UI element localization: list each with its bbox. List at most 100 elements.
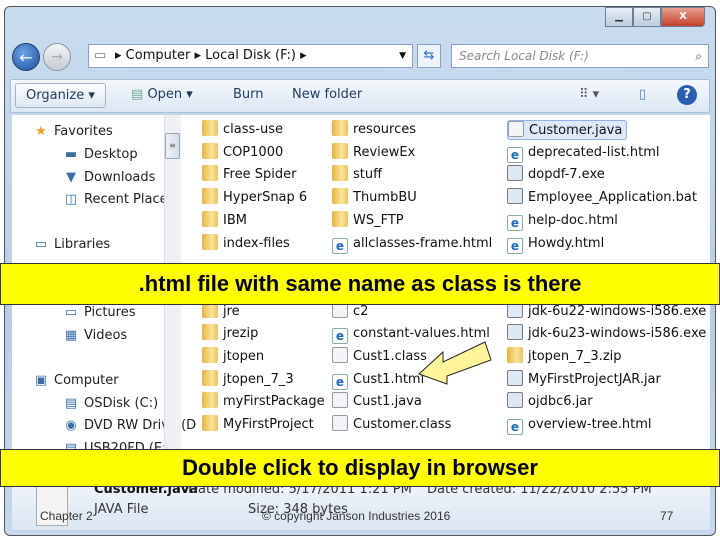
file-item[interactable]: MyFirstProjectJAR.jar: [507, 369, 661, 390]
file-item[interactable]: Customer.class: [332, 415, 451, 435]
file-item[interactable]: e help-doc.html: [507, 211, 618, 231]
document-icon: [332, 392, 348, 409]
file-name: jdk-6u23-windows-i586.exe: [528, 326, 707, 342]
file-item[interactable]: ReviewEx: [332, 142, 416, 163]
sidebar-item-label: Recent Places: [84, 192, 175, 207]
sidebar-item-computer[interactable]: ▣ Computer: [32, 373, 119, 388]
file-name: jrezip: [223, 326, 259, 342]
file-item[interactable]: Cust1.java: [332, 392, 422, 412]
slide-copyright: © copyright Janson Industries 2016: [262, 509, 451, 523]
sidebar-item-label: Videos: [84, 328, 128, 343]
file-name: deprecated-list.html: [528, 144, 660, 160]
nav-scrollbar-thumb[interactable]: ≡: [165, 133, 180, 159]
document-icon: [332, 415, 348, 432]
file-name: ReviewEx: [353, 144, 416, 160]
notepad-icon: ▤: [131, 87, 144, 102]
file-item[interactable]: ojdbc6.jar: [507, 392, 593, 412]
file-item[interactable]: MyFirstProject: [202, 415, 314, 435]
file-item[interactable]: COP1000: [202, 142, 283, 163]
preview-pane-icon[interactable]: ▯: [639, 87, 646, 102]
folder-icon: [202, 210, 218, 227]
sidebar-item-label: Computer: [54, 373, 119, 388]
callout-bottom: Double click to display in browser: [0, 449, 720, 487]
file-item[interactable]: dopdf-7.exe: [507, 165, 605, 185]
callout-top: .html file with same name as class is th…: [0, 263, 720, 305]
application-icon: [507, 165, 523, 182]
sidebar-item-label: Libraries: [54, 237, 111, 252]
file-item[interactable]: e deprecated-list.html: [507, 143, 660, 163]
file-item[interactable]: stuff: [332, 165, 382, 185]
file-item[interactable]: IBM: [202, 210, 247, 231]
sidebar-item-videos[interactable]: ▦ Videos: [62, 328, 127, 343]
back-button[interactable]: ←: [12, 43, 40, 71]
html-file-icon: e: [507, 419, 523, 436]
file-item[interactable]: jtopen_7_3.zip: [507, 347, 622, 367]
open-button[interactable]: ▤ Open ▾: [131, 87, 193, 102]
file-name: resources: [353, 122, 417, 137]
refresh-button[interactable]: ⇆: [417, 44, 441, 68]
search-icon[interactable]: ⌕: [695, 45, 702, 67]
organize-button[interactable]: Organize ▾: [15, 83, 106, 108]
html-file-icon: e: [507, 214, 523, 231]
file-name: c2: [353, 303, 369, 319]
burn-button[interactable]: Burn: [233, 87, 264, 102]
html-file-icon: e: [507, 237, 523, 254]
close-button[interactable]: X: [661, 7, 705, 27]
file-item[interactable]: index-files: [202, 233, 290, 254]
file-item[interactable]: Customer.java: [507, 120, 628, 140]
file-item[interactable]: e Howdy.html: [507, 234, 604, 254]
file-item[interactable]: e overview-tree.html: [507, 415, 652, 436]
file-item[interactable]: WS_FTP: [332, 210, 404, 231]
file-item[interactable]: resources: [332, 120, 416, 140]
document-icon: [332, 347, 348, 363]
file-name: help-doc.html: [528, 212, 618, 228]
file-item[interactable]: e allclasses-frame.html: [332, 234, 492, 254]
file-item[interactable]: e Cust1.html: [332, 370, 424, 390]
file-item[interactable]: jtopen: [202, 347, 264, 367]
chevron-down-icon[interactable]: ▼: [399, 45, 406, 67]
file-item[interactable]: jdk-6u23-windows-i586.exe: [507, 324, 706, 344]
folder-icon: [202, 233, 218, 250]
sidebar-item-favorites[interactable]: ★ Favorites: [32, 124, 113, 139]
document-icon: [508, 121, 524, 137]
file-name: ThumbBU: [353, 190, 417, 206]
desktop-icon: ▬: [64, 147, 78, 162]
pictures-icon: ▭: [64, 305, 78, 320]
address-bar[interactable]: ▭ ▸ Computer ▸ Local Disk (F:) ▸ ▼: [88, 44, 413, 68]
sidebar-item-desktop[interactable]: ▬ Desktop: [62, 147, 138, 162]
minimize-button[interactable]: ▁: [605, 7, 633, 27]
maximize-button[interactable]: ▢: [633, 7, 661, 27]
file-item[interactable]: class-use: [202, 120, 283, 140]
sidebar-item-label: Downloads: [84, 170, 156, 185]
file-item[interactable]: jrezip: [202, 324, 258, 344]
help-icon[interactable]: ?: [677, 85, 697, 105]
file-name: Customer.java: [529, 123, 623, 138]
breadcrumb-computer[interactable]: Computer: [126, 48, 191, 63]
libraries-icon: ▭: [34, 237, 48, 252]
folder-icon: [202, 347, 218, 363]
file-name: index-files: [223, 235, 290, 251]
folder-icon: [332, 120, 348, 136]
sidebar-item-pictures[interactable]: ▭ Pictures: [62, 305, 136, 320]
html-file-icon: e: [332, 328, 348, 345]
sidebar-item-osdisk-c-[interactable]: ▤ OSDisk (C:): [62, 396, 158, 411]
breadcrumb-local-disk[interactable]: Local Disk (F:): [205, 48, 296, 63]
application-icon: [507, 188, 523, 205]
file-item[interactable]: jtopen_7_3: [202, 369, 294, 390]
file-item[interactable]: Free Spider: [202, 165, 296, 185]
search-input[interactable]: Search Local Disk (F:) ⌕: [451, 44, 709, 68]
file-item[interactable]: HyperSnap 6: [202, 188, 307, 208]
new-folder-button[interactable]: New folder: [292, 87, 362, 102]
file-item[interactable]: Cust1.class: [332, 347, 427, 367]
file-item[interactable]: myFirstPackage: [202, 392, 325, 412]
folder-icon: [202, 369, 218, 386]
search-placeholder: Search Local Disk (F:): [459, 49, 589, 63]
file-item[interactable]: Employee_Application.bat: [507, 188, 697, 208]
sidebar-item-recent-places[interactable]: ◫ Recent Places: [62, 192, 175, 207]
sidebar-item-downloads[interactable]: ▼ Downloads: [62, 170, 155, 185]
forward-button[interactable]: →: [43, 43, 71, 71]
folder-icon: [202, 165, 218, 182]
view-options-icon[interactable]: ⠿ ▾: [579, 87, 599, 102]
file-item[interactable]: ThumbBU: [332, 188, 417, 208]
sidebar-item-libraries[interactable]: ▭ Libraries: [32, 237, 110, 252]
